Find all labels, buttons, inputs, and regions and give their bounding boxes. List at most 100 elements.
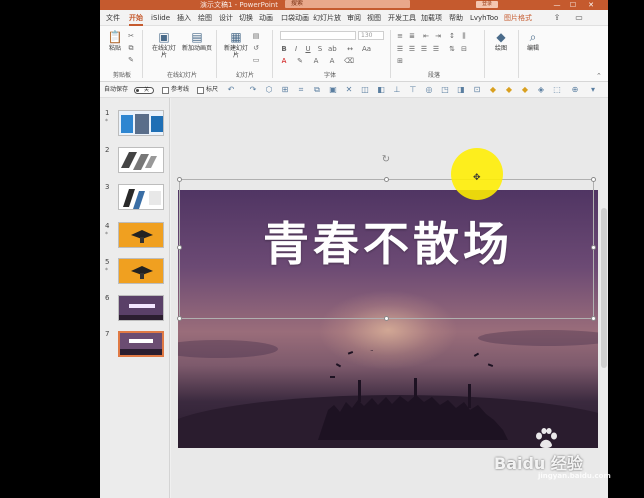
tool-icon-2[interactable]: ◧	[376, 85, 386, 95]
ruler-checkbox[interactable]	[197, 87, 204, 94]
tool-icon-10[interactable]: ◆	[504, 85, 514, 95]
tab-home[interactable]: 开始	[129, 13, 143, 26]
resize-handle-br[interactable]	[591, 316, 596, 321]
editing-button[interactable]: ⌕ 编辑	[520, 30, 546, 52]
tool-icon-13[interactable]: ⬚	[552, 85, 562, 95]
slide-thumbnail-7[interactable]	[118, 331, 164, 357]
slide-thumbnail-1[interactable]	[118, 110, 164, 136]
spacing-icon[interactable]: ↔	[346, 45, 354, 53]
paste-button[interactable]: 📋 粘贴	[104, 30, 126, 52]
rotate-handle-icon[interactable]: ↻	[380, 154, 392, 166]
align-left-icon[interactable]: ☰	[396, 45, 404, 53]
tab-pocket-animation[interactable]: 口袋动画	[281, 13, 309, 26]
bullets-icon[interactable]: ≡	[396, 32, 404, 40]
slide-thumbnail-6[interactable]	[118, 295, 164, 321]
resize-handle-right[interactable]	[591, 245, 596, 250]
justify-icon[interactable]: ☰	[432, 45, 440, 53]
italic-icon[interactable]: I	[292, 45, 300, 53]
resize-handle-bottom[interactable]	[384, 316, 389, 321]
bold-icon[interactable]: B	[280, 45, 288, 53]
tool-icon-6[interactable]: ◳	[440, 85, 450, 95]
close-x-icon[interactable]: ✕	[344, 85, 354, 95]
comment-icon[interactable]: ▭	[574, 13, 584, 23]
format-icon[interactable]: ⬡	[264, 85, 274, 95]
clear-format-icon[interactable]: ⌫	[344, 57, 354, 65]
tool-icon-3[interactable]: ⊥	[392, 85, 402, 95]
tool-icon-11[interactable]: ◆	[520, 85, 530, 95]
reset-icon[interactable]: ↺	[252, 44, 260, 52]
align-icon[interactable]: ⊞	[280, 85, 290, 95]
cut-icon[interactable]: ✂	[127, 32, 135, 40]
slide-thumbnail-3[interactable]	[118, 184, 164, 210]
align-center-icon[interactable]: ☰	[408, 45, 416, 53]
tab-addins[interactable]: 加载项	[421, 13, 442, 26]
tool-icon-4[interactable]: ⊤	[408, 85, 418, 95]
tab-design[interactable]: 设计	[219, 13, 233, 26]
copy-icon[interactable]: ⧉	[127, 44, 135, 52]
tool-icon-8[interactable]: ⊡	[472, 85, 482, 95]
slide-thumbnail-5[interactable]	[118, 258, 164, 284]
increase-font-icon[interactable]: A	[312, 57, 320, 65]
tool-icon-12[interactable]: ◈	[536, 85, 546, 95]
collapse-ribbon-icon[interactable]: ⌃	[596, 72, 602, 80]
tool-icon-1[interactable]: ◫	[360, 85, 370, 95]
highlight-icon[interactable]: ✎	[296, 57, 304, 65]
strike-icon[interactable]: ab	[328, 45, 337, 53]
case-icon[interactable]: Aa	[362, 45, 371, 53]
drawing-button[interactable]: ◆ 绘图	[488, 30, 514, 52]
guides-checkbox[interactable]	[162, 87, 169, 94]
tab-draw[interactable]: 绘图	[198, 13, 212, 26]
outdent-icon[interactable]: ⇥	[434, 32, 442, 40]
text-direction-icon[interactable]: ⇅	[448, 45, 456, 53]
online-slides-button[interactable]: ▣ 在线幻灯片	[150, 30, 178, 59]
section-icon[interactable]: ▭	[252, 56, 260, 64]
tool-icon-5[interactable]: ◎	[424, 85, 434, 95]
resize-handle-tl[interactable]	[177, 177, 182, 182]
numbering-icon[interactable]: ≣	[408, 32, 416, 40]
scrollbar-thumb[interactable]	[601, 208, 607, 368]
customize-qat-icon[interactable]: ▾	[588, 85, 598, 95]
tab-transitions[interactable]: 切换	[239, 13, 253, 26]
layout-icon[interactable]: ▤	[252, 32, 260, 40]
resize-handle-bl[interactable]	[177, 316, 182, 321]
maximize-button[interactable]: ☐	[566, 0, 580, 10]
tab-lvyhtoo[interactable]: LvyhToo	[470, 13, 498, 26]
undo-icon[interactable]: ↶	[226, 85, 236, 95]
new-slide-button[interactable]: ▦ 新建幻灯片	[222, 30, 250, 59]
tab-review[interactable]: 审阅	[347, 13, 361, 26]
tool-icon-14[interactable]: ⊕	[570, 85, 580, 95]
shadow-icon[interactable]: S	[316, 45, 324, 53]
tab-islide[interactable]: iSlide	[151, 13, 170, 26]
smartart-icon[interactable]: ⊞	[396, 57, 404, 65]
font-size-box[interactable]: 130	[358, 31, 384, 40]
tab-help[interactable]: 帮助	[449, 13, 463, 26]
indent-icon[interactable]: ⇤	[422, 32, 430, 40]
align-text-icon[interactable]: ⊟	[460, 45, 468, 53]
resize-handle-left[interactable]	[177, 245, 182, 250]
format-painter-icon[interactable]: ✎	[127, 56, 135, 64]
decrease-font-icon[interactable]: A	[328, 57, 336, 65]
tool-icon-7[interactable]: ◨	[456, 85, 466, 95]
tab-developer[interactable]: 开发工具	[388, 13, 416, 26]
minimize-button[interactable]: —	[550, 0, 564, 10]
tab-slideshow[interactable]: 幻灯片放	[313, 13, 341, 26]
save-icon[interactable]: ▣	[328, 85, 338, 95]
columns-icon[interactable]: ⫼	[460, 32, 468, 40]
login-button[interactable]: 登录	[476, 1, 498, 8]
tab-file[interactable]: 文件	[106, 13, 120, 26]
tool-icon-9[interactable]: ◆	[488, 85, 498, 95]
tab-view[interactable]: 视图	[367, 13, 381, 26]
arrange-icon[interactable]: ⧉	[312, 85, 322, 95]
slide-thumbnail-2[interactable]	[118, 147, 164, 173]
resize-handle-top[interactable]	[384, 177, 389, 182]
tab-picture-format[interactable]: 图片格式	[504, 13, 532, 26]
share-icon[interactable]: ⇪	[552, 13, 562, 23]
new-anim-page-button[interactable]: ▤ 新加动画页	[182, 30, 212, 52]
tab-animations[interactable]: 动画	[259, 13, 273, 26]
slide-thumbnail-4[interactable]	[118, 222, 164, 248]
line-spacing-icon[interactable]: ↕	[448, 32, 456, 40]
align-right-icon[interactable]: ☰	[420, 45, 428, 53]
search-box[interactable]: 搜索	[285, 0, 410, 8]
resize-handle-tr[interactable]	[591, 177, 596, 182]
underline-icon[interactable]: U	[304, 45, 312, 53]
